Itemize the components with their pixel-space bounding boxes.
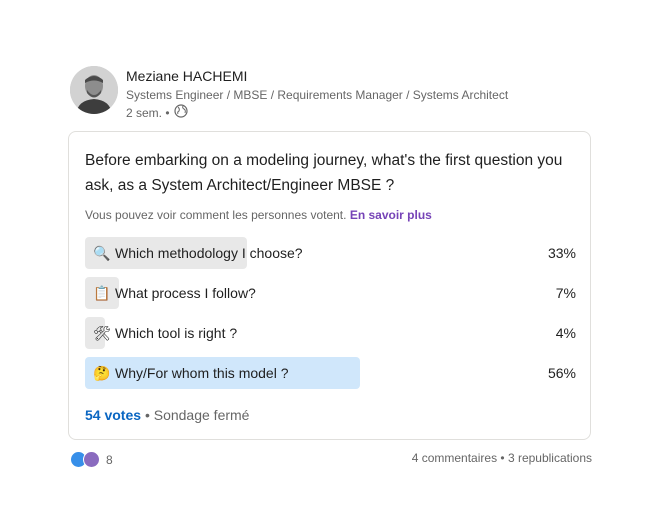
poll-option-percent: 56% bbox=[547, 365, 576, 381]
author-headline: Systems Engineer / MBSE / Requirements M… bbox=[126, 88, 509, 102]
poll-option-label: Which methodology I choose? bbox=[115, 245, 303, 261]
author-avatar[interactable] bbox=[70, 66, 118, 114]
poll-footer: 54 votes • Sondage fermé bbox=[85, 407, 249, 423]
globe-icon bbox=[173, 104, 188, 121]
votes-count-link[interactable]: 54 votes bbox=[85, 407, 141, 423]
poll-option-percent: 4% bbox=[555, 325, 576, 341]
poll-option-percent: 7% bbox=[555, 285, 576, 301]
poll-option-label: Why/For whom this model ? bbox=[115, 365, 289, 381]
reactions-count: 8 bbox=[106, 452, 113, 467]
post-time: 2 sem. • bbox=[126, 105, 170, 120]
social-counts: 8 4 commentaires • 3 republications bbox=[70, 451, 592, 468]
thinking-face-icon: 🤔 bbox=[93, 364, 111, 381]
poll-option[interactable]: 🛠 Which tool is right ? 4% bbox=[85, 317, 576, 349]
poll-option-label: Which tool is right ? bbox=[115, 325, 238, 341]
reactions-summary[interactable]: 8 bbox=[70, 451, 113, 468]
author-name[interactable]: Meziane HACHEMI bbox=[126, 68, 508, 84]
clipboard-icon: 📋 bbox=[93, 284, 111, 301]
poll-option[interactable]: 🤔 Why/For whom this model ? 56% bbox=[85, 357, 576, 389]
poll-card: Before embarking on a modeling journey, … bbox=[68, 131, 591, 440]
comments-reposts-link[interactable]: 4 commentaires • 3 republications bbox=[412, 451, 592, 465]
funny-reaction-icon bbox=[83, 451, 100, 468]
poll-option[interactable]: 🔍 Which methodology I choose? 33% bbox=[85, 237, 576, 269]
tools-icon: 🛠 bbox=[93, 324, 111, 341]
poll-option-label: What process I follow? bbox=[115, 285, 256, 301]
magnifier-icon: 🔍 bbox=[93, 244, 111, 261]
learn-more-link[interactable]: En savoir plus bbox=[350, 208, 432, 222]
post-author: Meziane HACHEMI Systems Engineer / MBSE … bbox=[70, 66, 508, 121]
poll-status: • Sondage fermé bbox=[144, 407, 250, 423]
poll-question: Before embarking on a modeling journey, … bbox=[85, 152, 563, 194]
poll-visibility-note: Vous pouvez voir comment les personnes v… bbox=[85, 208, 432, 222]
poll-option[interactable]: 📋 What process I follow? 7% bbox=[85, 277, 576, 309]
poll-option-percent: 33% bbox=[547, 245, 576, 261]
visibility-text: Vous pouvez voir comment les personnes v… bbox=[85, 208, 347, 222]
